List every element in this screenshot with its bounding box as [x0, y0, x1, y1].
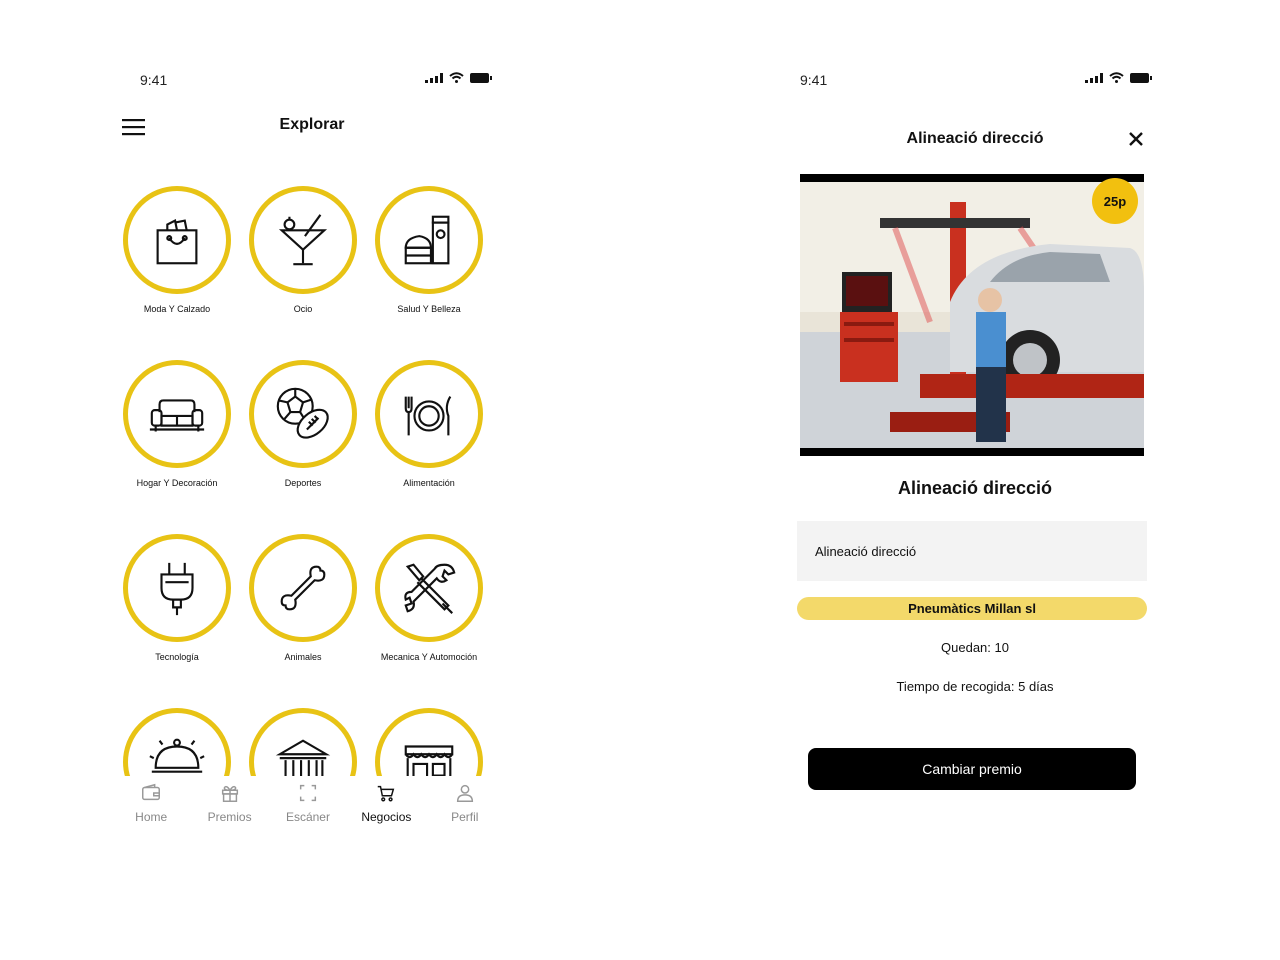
redeem-button[interactable]: Cambiar premio — [808, 748, 1136, 790]
close-button[interactable] — [1127, 130, 1145, 148]
shop-name-pill[interactable]: Pneumàtics Millan sl — [797, 597, 1147, 620]
tab-label: Premios — [207, 810, 252, 824]
category-animales[interactable]: Animales — [240, 534, 366, 662]
category-label: Mecanica Y Automoción — [380, 652, 478, 662]
reward-title: Alineació direcció — [897, 478, 1053, 498]
tab-negocios[interactable]: Negocios — [351, 782, 421, 824]
tab-label: Negocios — [361, 810, 412, 824]
user-icon — [456, 784, 473, 802]
tab-escaner[interactable]: Escáner — [273, 782, 343, 824]
sports-balls-icon — [276, 387, 329, 439]
category-hosteleria[interactable] — [114, 708, 240, 778]
header-title: Alineació direcció — [906, 130, 1044, 147]
category-alimentacion[interactable]: Alimentación — [366, 360, 492, 488]
cart-icon — [378, 785, 395, 802]
cloche-icon — [149, 738, 205, 778]
status-icons — [425, 72, 492, 83]
gift-icon — [221, 785, 238, 802]
category-label: Moda Y Calzado — [143, 304, 211, 314]
wifi-icon — [1109, 72, 1124, 83]
category-tecnologia[interactable]: Tecnología — [114, 534, 240, 662]
tab-perfil[interactable]: Perfil — [430, 782, 500, 824]
cocktail-icon — [278, 214, 328, 266]
museum-icon — [275, 739, 331, 778]
category-deportes[interactable]: Deportes — [240, 360, 366, 488]
category-label: Deportes — [284, 478, 322, 488]
status-time: 9:41 — [800, 72, 828, 88]
tab-label: Escáner — [285, 810, 330, 824]
category-label: Salud Y Belleza — [397, 304, 461, 314]
category-salud-belleza[interactable]: Salud Y Belleza — [366, 186, 492, 314]
category-hogar-decoracion[interactable]: Hogar Y Decoración — [114, 360, 240, 488]
reward-image: 25p — [800, 174, 1144, 456]
plug-icon — [160, 562, 194, 616]
signal-icon — [425, 72, 443, 83]
category-label: Tecnología — [155, 652, 199, 662]
tab-label: Home — [135, 810, 168, 824]
category-grid: Moda Y Calzado Ocio Salud Y Belleza Hoga… — [112, 184, 504, 778]
category-moda-calzado[interactable]: Moda Y Calzado — [114, 186, 240, 314]
status-icons — [1085, 72, 1152, 83]
description-text: Alineació direcció — [815, 543, 917, 559]
plate-cutlery-icon — [404, 396, 452, 436]
close-icon — [1129, 132, 1143, 146]
signal-icon — [1085, 72, 1103, 83]
wrench-screwdriver-icon — [404, 563, 456, 614]
shopping-bag-icon — [156, 219, 198, 265]
wifi-icon — [449, 72, 464, 83]
wallet-icon — [142, 783, 161, 801]
battery-icon — [1130, 72, 1152, 83]
bottom-tab-bar: Home Premios Escáner Negocios Perfil — [112, 776, 504, 840]
pickup-time: Tiempo de recogida: 5 días — [896, 679, 1054, 694]
cosmetics-icon — [404, 215, 450, 265]
description-box: Alineació direcció — [797, 521, 1147, 581]
explore-screen: 9:41 Explorar Moda Y Calzado Ocio Salud … — [112, 60, 512, 840]
status-time: 9:41 — [140, 72, 168, 88]
battery-icon — [470, 72, 492, 83]
reward-detail-screen: 9:41 Alineació direcció 25p Alineació di… — [775, 60, 1175, 840]
sofa-icon — [149, 399, 205, 432]
category-label: Animales — [284, 652, 322, 662]
page-title: Explorar — [279, 116, 345, 133]
category-label: Alimentación — [403, 478, 455, 488]
tab-label: Perfil — [451, 810, 479, 824]
category-comercios[interactable] — [366, 708, 492, 778]
tab-premios[interactable]: Premios — [195, 782, 265, 824]
category-ocio[interactable]: Ocio — [240, 186, 366, 314]
points-badge: 25p — [1092, 178, 1138, 224]
scan-icon — [299, 784, 317, 802]
category-label: Hogar Y Decoración — [136, 478, 218, 488]
category-label: Ocio — [293, 304, 313, 314]
storefront-icon — [404, 745, 454, 778]
category-mecanica-automocion[interactable]: Mecanica Y Automoción — [366, 534, 492, 662]
bone-icon — [280, 565, 326, 611]
category-cultura[interactable] — [240, 708, 366, 778]
wheel-alignment-photo — [800, 182, 1144, 448]
remaining-count: Quedan: 10 — [941, 640, 1009, 655]
tab-home[interactable]: Home — [116, 782, 186, 824]
